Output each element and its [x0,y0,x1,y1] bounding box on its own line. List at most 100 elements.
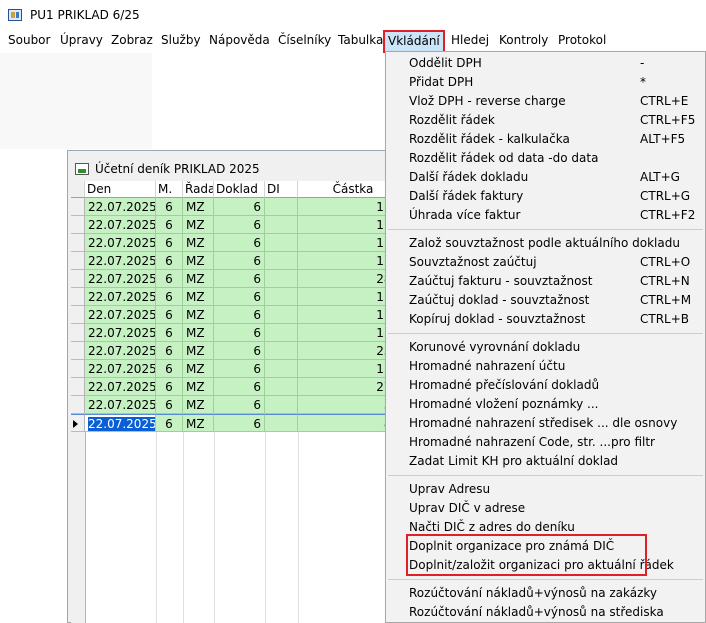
menu-item[interactable]: Další řádek faktury CTRL+G [386,187,705,206]
menu-item[interactable]: Zadat Limit KH pro aktuální doklad [386,452,705,471]
cell-doklad[interactable]: 6 [214,306,265,324]
journal-title-bar[interactable]: Účetní deník PRIKLAD 2025 [68,151,406,181]
cell-di[interactable] [265,378,298,396]
cell-den[interactable]: 22.07.2025 [85,306,156,324]
table-row[interactable]: 22.07.20256MZ625 3 [71,342,407,360]
cell-den[interactable]: 22.07.2025 [85,198,156,216]
menu-upravy[interactable]: Úpravy [60,33,103,47]
cell-doklad[interactable]: 6 [214,360,265,378]
row-indicator[interactable] [71,396,85,414]
menu-item[interactable]: Rozdělit řádek - kalkulačka ALT+F5 [386,130,705,149]
table-row[interactable]: 22.07.20256MZ627 3 [71,378,407,396]
menu-item[interactable]: Další řádek dokladu ALT+G [386,168,705,187]
menu-item[interactable]: Kopíruj doklad - souvztažnost CTRL+B [386,310,705,329]
cell-rada[interactable]: MZ [183,198,214,216]
cell-doklad[interactable]: 6 [214,324,265,342]
cell-di[interactable] [265,396,298,414]
cell-m[interactable]: 6 [156,360,183,378]
table-row[interactable]: 22.07.20256MZ611 4 [71,216,407,234]
menu-protokol[interactable]: Protokol [558,33,606,47]
cell-doklad[interactable]: 6 [214,414,265,432]
cell-m[interactable]: 6 [156,198,183,216]
menu-tabulka[interactable]: Tabulka [338,33,383,47]
cell-doklad[interactable]: 6 [214,216,265,234]
cell-di[interactable] [265,252,298,270]
row-indicator[interactable] [71,360,85,378]
cell-di[interactable] [265,234,298,252]
table-row[interactable]: 22.07.20256MZ68 5 [71,414,407,432]
row-indicator[interactable] [71,234,85,252]
table-row[interactable]: 22.07.20256MZ611 4 [71,288,407,306]
table-row[interactable]: 22.07.20256MZ611 4 [71,324,407,342]
menu-item[interactable]: Úhrada více faktur CTRL+F2 [386,206,705,225]
cell-doklad[interactable]: 6 [214,396,265,414]
menu-item[interactable]: Rozúčtování nákladů+výnosů na střediska [386,603,705,622]
menu-item[interactable]: Rozdělit řádek CTRL+F5 [386,111,705,130]
cell-den[interactable]: 22.07.2025 [85,288,156,306]
cell-di[interactable] [265,216,298,234]
cell-rada[interactable]: MZ [183,234,214,252]
cell-rada[interactable]: MZ [183,396,214,414]
cell-di[interactable] [265,342,298,360]
table-row[interactable]: 22.07.20256MZ628 4 [71,270,407,288]
cell-den[interactable]: 22.07.2025 [85,234,156,252]
header-doklad[interactable]: Doklad [214,181,265,198]
menu-item[interactable]: Souvztažnost zaúčtuj CTRL+O [386,253,705,272]
cell-den[interactable]: 22.07.2025 [85,360,156,378]
header-di[interactable]: DI [265,181,298,198]
cell-rada[interactable]: MZ [183,270,214,288]
cell-di[interactable] [265,324,298,342]
menu-item[interactable]: Zaúčtuj fakturu - souvztažnost CTRL+N [386,272,705,291]
menu-item[interactable]: Přidat DPH * [386,73,705,92]
table-row[interactable]: 22.07.20256MZ611 3 [71,306,407,324]
menu-vkladani[interactable]: Vkládání [383,30,445,53]
menu-item[interactable]: Hromadné nahrazení Code, str. ...pro fil… [386,433,705,452]
cell-den[interactable]: 22.07.2025 [85,378,156,396]
row-indicator[interactable] [71,306,85,324]
menu-soubor[interactable]: Soubor [8,33,50,47]
menu-kontroly[interactable]: Kontroly [499,33,548,47]
cell-m[interactable]: 6 [156,414,183,432]
row-indicator[interactable] [71,378,85,396]
cell-m[interactable]: 6 [156,234,183,252]
table-row[interactable]: 22.07.20256MZ611 4 [71,234,407,252]
menu-item[interactable]: Oddělit DPH - [386,54,705,73]
cell-rada[interactable]: MZ [183,342,214,360]
cell-den[interactable]: 22.07.2025 [85,270,156,288]
menu-item[interactable]: Zaúčtuj doklad - souvztažnost CTRL+M [386,291,705,310]
cell-m[interactable]: 6 [156,324,183,342]
menu-ciselniky[interactable]: Číselníky [278,33,331,47]
menu-item[interactable]: Uprav DIČ v adrese [386,499,705,518]
cell-m[interactable]: 6 [156,306,183,324]
cell-doklad[interactable]: 6 [214,198,265,216]
row-indicator[interactable] [71,288,85,306]
cell-doklad[interactable]: 6 [214,342,265,360]
cell-rada[interactable]: MZ [183,288,214,306]
cell-di[interactable] [265,414,298,432]
selected-date-text[interactable]: 22.07.2025 [88,417,155,431]
cell-den[interactable]: 22.07.2025 [85,414,156,432]
header-rada[interactable]: Řada [183,181,214,198]
header-m[interactable]: M. [156,181,183,198]
cell-m[interactable]: 6 [156,288,183,306]
cell-m[interactable]: 6 [156,342,183,360]
cell-m[interactable]: 6 [156,378,183,396]
cell-di[interactable] [265,360,298,378]
cell-doklad[interactable]: 6 [214,252,265,270]
menu-item[interactable]: Hromadné přečíslování dokladů [386,376,705,395]
table-row[interactable]: 22.07.20256MZ611 4 [71,252,407,270]
cell-den[interactable]: 22.07.2025 [85,252,156,270]
row-indicator[interactable] [71,414,85,432]
cell-m[interactable]: 6 [156,216,183,234]
menu-item[interactable]: Vlož DPH - reverse charge CTRL+E [386,92,705,111]
cell-rada[interactable]: MZ [183,324,214,342]
cell-di[interactable] [265,198,298,216]
row-indicator[interactable] [71,324,85,342]
menu-napoveda[interactable]: Nápověda [209,33,270,47]
row-indicator[interactable] [71,270,85,288]
header-den[interactable]: Den [85,181,156,198]
cell-den[interactable]: 22.07.2025 [85,342,156,360]
cell-m[interactable]: 6 [156,396,183,414]
cell-rada[interactable]: MZ [183,216,214,234]
menu-item[interactable]: Založ souvztažnost podle aktuálního dokl… [386,234,705,253]
